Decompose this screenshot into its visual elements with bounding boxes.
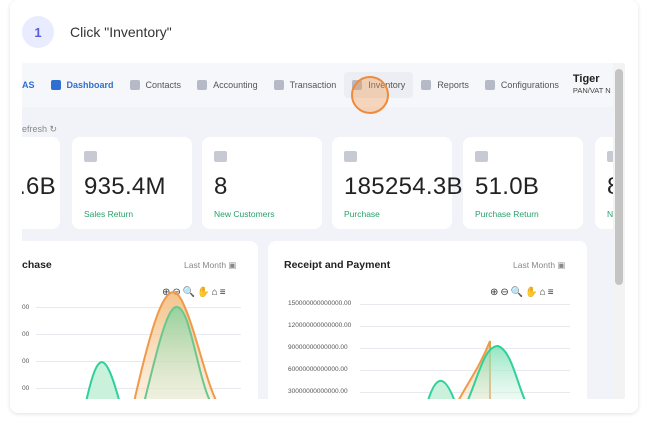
scrollbar-thumb[interactable] bbox=[615, 69, 623, 285]
stat-value: 935.4M bbox=[84, 173, 166, 200]
top-nav: AS Dashboard Contacts Accounting Transac… bbox=[22, 63, 625, 107]
purchase-icon bbox=[344, 151, 357, 162]
user-box[interactable]: Tiger PAN/VAT N bbox=[573, 73, 611, 97]
receipt-payment-panel: Receipt and Payment Last Month ▣ ⊕⊖🔍✋⌂≡ … bbox=[268, 241, 587, 399]
return-icon bbox=[84, 151, 97, 162]
stat-card: 185254.3B Purchase bbox=[332, 137, 463, 229]
series-green-area-1 bbox=[85, 361, 120, 399]
brand-fragment: AS bbox=[22, 80, 35, 90]
user-pan-vat: PAN/VAT N bbox=[572, 86, 611, 95]
step-number-badge: 1 bbox=[22, 16, 54, 48]
series-green-area-1 bbox=[427, 380, 455, 399]
stat-label: Sales Return bbox=[84, 209, 134, 219]
vertical-scrollbar[interactable] bbox=[613, 63, 625, 399]
step-row: 1 Click "Inventory" bbox=[22, 16, 172, 48]
step-instruction: Click "Inventory" bbox=[70, 24, 172, 40]
reports-icon bbox=[421, 80, 432, 90]
nav-label: Accounting bbox=[213, 80, 258, 90]
contacts-icon bbox=[129, 80, 140, 90]
nav-label: Configurations bbox=[500, 80, 559, 90]
series-green-area-2 bbox=[467, 344, 526, 399]
nav-dashboard[interactable]: Dashboard bbox=[43, 72, 122, 98]
stat-label: Purchase bbox=[344, 209, 380, 219]
nav-label: Contacts bbox=[145, 80, 182, 90]
stat-value: 8 bbox=[214, 173, 228, 200]
app-screenshot: AS Dashboard Contacts Accounting Transac… bbox=[22, 63, 625, 399]
stat-value: 5.6B bbox=[22, 173, 56, 200]
stat-card: 5.6B bbox=[22, 137, 60, 229]
customers-icon bbox=[214, 151, 227, 162]
click-indicator bbox=[351, 76, 389, 114]
stat-label: Purchase Return bbox=[475, 209, 539, 219]
stat-card: 8 New Customers bbox=[202, 137, 322, 229]
transaction-icon bbox=[273, 80, 284, 90]
purchase-chart-svg bbox=[85, 291, 217, 399]
nav-configurations[interactable]: Configurations bbox=[477, 72, 567, 98]
nav-label: Reports bbox=[437, 80, 469, 90]
refresh-link[interactable]: efresh ↻ bbox=[22, 124, 57, 135]
dashboard-icon bbox=[50, 80, 61, 90]
receipt-payment-chart-svg bbox=[427, 340, 526, 399]
nav-contacts[interactable]: Contacts bbox=[122, 72, 190, 98]
nav-label: Dashboard bbox=[66, 80, 114, 90]
stat-value: 51.0B bbox=[475, 173, 540, 200]
stat-card: 51.0B Purchase Return bbox=[463, 137, 583, 229]
stat-label: New Customers bbox=[214, 209, 275, 219]
nav-reports[interactable]: Reports bbox=[413, 72, 477, 98]
nav-label: Transaction bbox=[289, 80, 337, 90]
nav-transaction[interactable]: Transaction bbox=[266, 72, 345, 98]
stat-card: 935.4M Sales Return bbox=[72, 137, 192, 229]
nav-accounting[interactable]: Accounting bbox=[189, 72, 266, 98]
purchase-return-icon bbox=[475, 151, 488, 162]
purchase-chart-panel: chase Last Month ▣ ⊕⊖🔍✋⌂≡ 00 00 00 00 bbox=[22, 241, 258, 399]
accounting-icon bbox=[197, 80, 208, 90]
user-name: Tiger bbox=[572, 73, 600, 85]
gear-icon bbox=[484, 80, 495, 90]
stat-value: 185254.3B bbox=[344, 173, 463, 200]
